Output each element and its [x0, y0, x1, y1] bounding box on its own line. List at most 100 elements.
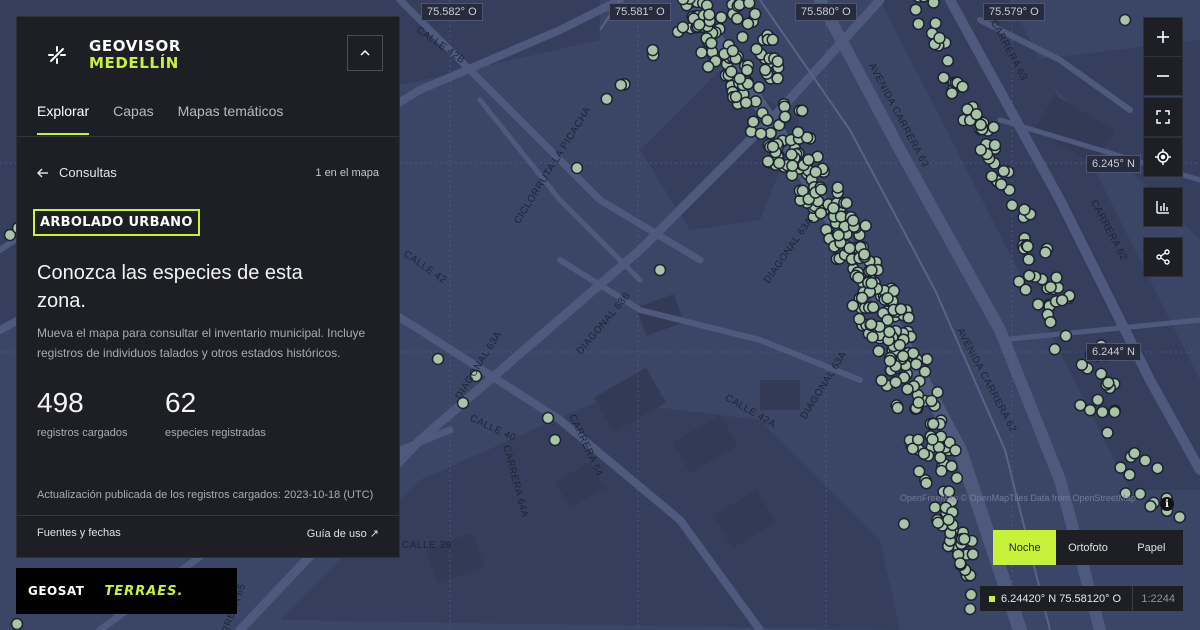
tree-point[interactable] — [676, 0, 690, 6]
tree-point[interactable] — [926, 417, 940, 431]
tree-point[interactable] — [570, 161, 584, 175]
sources-link[interactable]: Fuentes y fechas — [37, 527, 121, 540]
tree-point[interactable] — [912, 17, 925, 31]
tree-point[interactable] — [889, 375, 903, 389]
tree-point[interactable] — [1022, 269, 1036, 282]
info-icon[interactable]: i — [1160, 497, 1174, 511]
collapse-panel-button[interactable] — [347, 35, 383, 71]
tree-point[interactable] — [1133, 487, 1147, 501]
tree-point[interactable] — [548, 433, 562, 447]
tree-point[interactable] — [1055, 293, 1069, 307]
tree-point[interactable] — [931, 516, 945, 529]
tree-point[interactable] — [865, 263, 878, 277]
tree-point[interactable] — [846, 299, 860, 312]
tree-point[interactable] — [855, 291, 869, 305]
tree-point[interactable] — [1018, 203, 1031, 216]
basemap-ortofoto[interactable]: Ortofoto — [1056, 530, 1119, 565]
tree-point[interactable] — [875, 374, 888, 387]
tree-point[interactable] — [10, 617, 24, 630]
tree-point[interactable] — [739, 96, 753, 109]
tree-point[interactable] — [917, 447, 931, 461]
tree-point[interactable] — [1096, 405, 1109, 419]
tree-point[interactable] — [853, 312, 866, 326]
tree-point[interactable] — [750, 42, 763, 56]
tree-point[interactable] — [772, 156, 786, 170]
tree-point[interactable] — [1019, 283, 1032, 297]
tree-point[interactable] — [912, 465, 926, 478]
tree-point[interactable] — [937, 71, 950, 84]
tree-point[interactable] — [988, 138, 1002, 152]
tree-point[interactable] — [778, 110, 792, 123]
tree-point[interactable] — [909, 3, 923, 16]
tree-point[interactable] — [748, 7, 762, 21]
zoom-out-button[interactable] — [1143, 56, 1183, 96]
tree-point[interactable] — [1039, 246, 1052, 259]
tree-point[interactable] — [742, 0, 756, 10]
tree-point[interactable] — [929, 16, 942, 30]
tree-point[interactable] — [600, 92, 613, 106]
back-to-consultas-link[interactable]: Consultas — [37, 165, 117, 180]
tree-point[interactable] — [950, 471, 964, 485]
tree-point[interactable] — [974, 118, 987, 132]
tree-point[interactable] — [791, 126, 805, 139]
tree-point[interactable] — [958, 532, 971, 546]
tree-point[interactable] — [897, 517, 911, 531]
tree-point[interactable] — [963, 602, 977, 616]
tree-point[interactable] — [901, 382, 914, 396]
tree-point[interactable] — [1173, 510, 1186, 524]
tree-point[interactable] — [766, 33, 779, 47]
tree-point[interactable] — [1044, 315, 1057, 329]
tree-point[interactable] — [941, 54, 955, 68]
tree-point[interactable] — [758, 63, 772, 77]
tree-point[interactable] — [1138, 454, 1152, 467]
tree-point[interactable] — [786, 159, 799, 172]
tree-point[interactable] — [866, 330, 879, 344]
tree-point[interactable] — [705, 36, 718, 50]
tree-point[interactable] — [761, 155, 775, 168]
tree-point[interactable] — [994, 178, 1008, 191]
tree-point[interactable] — [1059, 329, 1073, 343]
zoom-in-button[interactable] — [1143, 17, 1183, 57]
tree-point[interactable] — [1022, 253, 1035, 266]
tree-point[interactable] — [703, 8, 716, 21]
tree-point[interactable] — [934, 451, 947, 464]
tree-point[interactable] — [859, 219, 872, 233]
tree-point[interactable] — [754, 127, 768, 140]
tree-point[interactable] — [896, 349, 910, 363]
tree-point[interactable] — [933, 31, 946, 45]
tree-point[interactable] — [987, 121, 1000, 134]
tree-point[interactable] — [785, 148, 798, 161]
tree-point[interactable] — [802, 153, 815, 167]
tree-point[interactable] — [1123, 468, 1136, 482]
tree-point[interactable] — [985, 170, 999, 183]
tree-point[interactable] — [761, 114, 774, 127]
tree-point[interactable] — [646, 43, 659, 57]
tree-point[interactable] — [653, 263, 667, 277]
tree-point[interactable] — [846, 214, 860, 227]
tree-point[interactable] — [692, 18, 706, 31]
tree-point[interactable] — [1005, 199, 1019, 212]
stats-button[interactable] — [1143, 187, 1183, 227]
tree-point[interactable] — [814, 206, 828, 220]
tree-point[interactable] — [1128, 447, 1141, 460]
tree-point[interactable] — [1021, 240, 1034, 253]
tree-point[interactable] — [840, 196, 853, 210]
tree-point[interactable] — [881, 291, 894, 305]
tree-point[interactable] — [883, 354, 897, 368]
tree-point[interactable] — [920, 476, 933, 490]
tree-point[interactable] — [1094, 367, 1108, 381]
tree-point[interactable] — [891, 401, 904, 415]
tree-point[interactable] — [872, 344, 885, 358]
tree-point[interactable] — [771, 72, 784, 85]
tree-point[interactable] — [1118, 13, 1132, 27]
tree-point[interactable] — [912, 396, 925, 409]
tree-point[interactable] — [956, 80, 969, 94]
tree-point[interactable] — [741, 17, 755, 30]
brand[interactable]: GEOVISOR MEDELLÍN — [37, 35, 181, 75]
tree-point[interactable] — [733, 72, 747, 85]
tree-point[interactable] — [827, 201, 840, 215]
tree-point[interactable] — [945, 86, 959, 100]
tree-point[interactable] — [893, 338, 906, 352]
tree-point[interactable] — [771, 55, 785, 68]
tree-point[interactable] — [974, 143, 987, 157]
